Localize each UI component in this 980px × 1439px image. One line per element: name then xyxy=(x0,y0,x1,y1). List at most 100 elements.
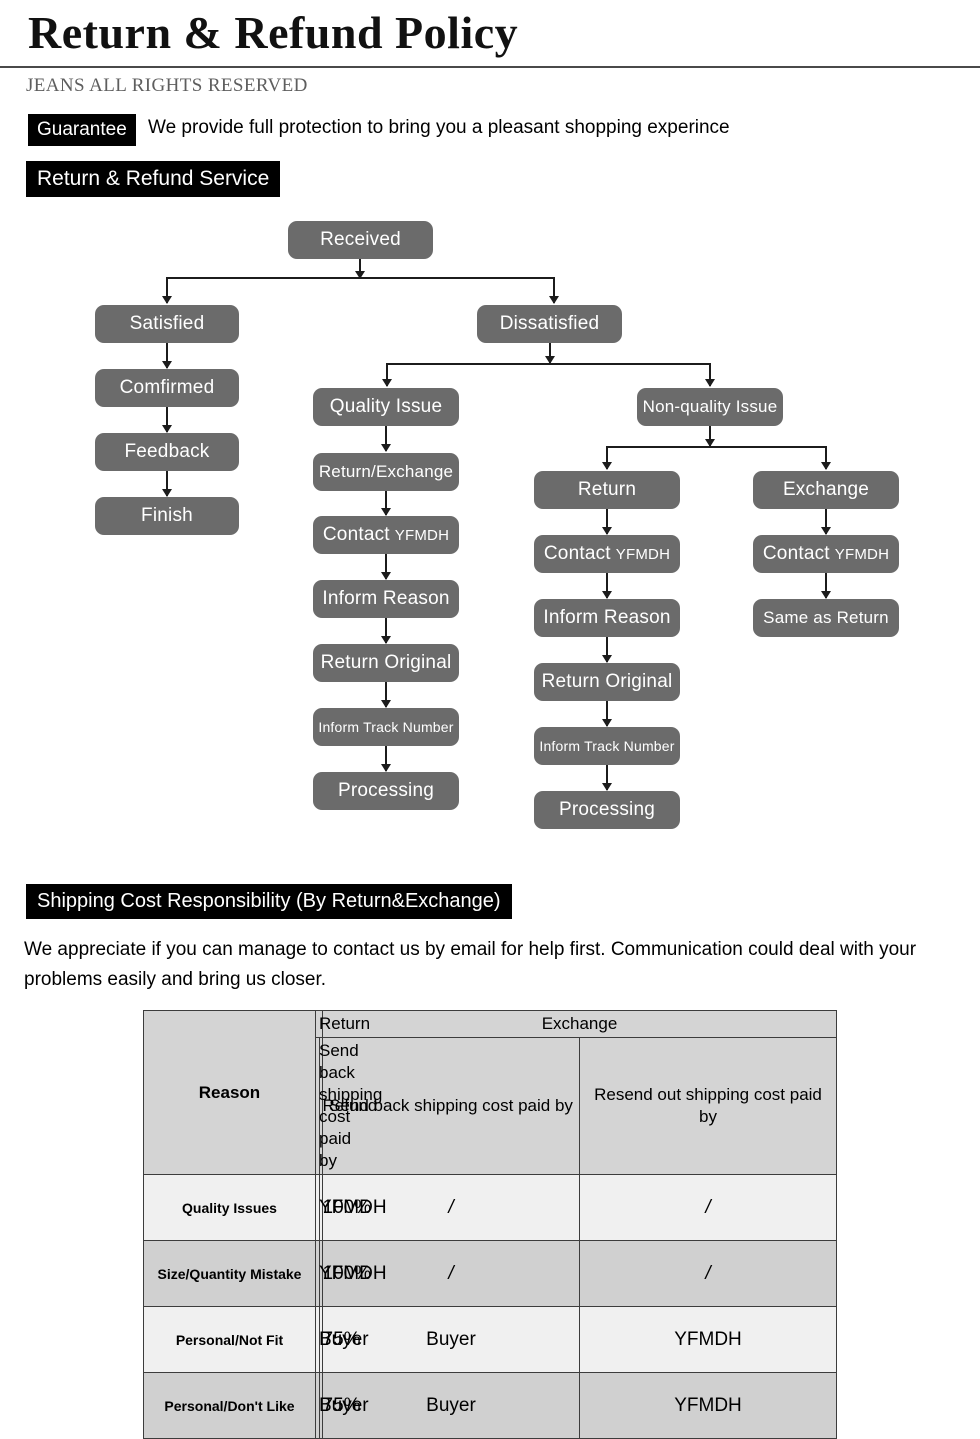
flow-node-quality-contact: Contact YFMDH xyxy=(313,516,459,554)
flow-node-return-contact: Contact YFMDH xyxy=(534,535,680,573)
flow-node-quality-inform-track: Inform Track Number xyxy=(313,708,459,746)
header-return-send-back: Send back shipping cost paid by xyxy=(315,1037,382,1175)
flow-node-comfirmed: Comfirmed xyxy=(95,369,239,407)
flow-node-exchange-contact: Contact YFMDH xyxy=(753,535,899,573)
shipping-cost-responsibility-badge: Shipping Cost Responsibility (By Return&… xyxy=(26,884,512,919)
table-head: Reason Return Exchange Send back shippin… xyxy=(143,1010,837,1175)
flow-node-finish-label: Finish xyxy=(141,505,193,526)
flow-node-quality-return-original-label: Return Original xyxy=(320,652,452,673)
flow-node-quality-inform-reason: Inform Reason xyxy=(313,580,459,618)
arrowhead-exchange xyxy=(821,462,831,470)
cell-reason: Personal/Not Fit xyxy=(143,1306,316,1373)
header-exchange-send-back: Send back shipping cost paid by xyxy=(322,1037,580,1175)
connector-nonquality-split-bar xyxy=(606,446,826,448)
arrowhead-exchange-2 xyxy=(821,591,831,599)
table-header-group-row: Reason Return Exchange xyxy=(143,1010,837,1175)
table-row: Quality Issues YFMDH 100% / / xyxy=(143,1174,837,1241)
flow-node-quality-processing: Processing xyxy=(313,772,459,810)
arrowhead-exchange-1 xyxy=(821,527,831,535)
flow-node-quality-issue-label: Quality Issue xyxy=(329,396,443,417)
flow-node-quality-processing-label: Processing xyxy=(338,780,434,801)
return-refund-flowchart: Received Satisfied Comfirmed Feedback Fi… xyxy=(0,205,980,845)
flow-node-quality-return-original: Return Original xyxy=(313,644,459,682)
table-body: Quality Issues YFMDH 100% / / Size/Quant… xyxy=(143,1174,837,1439)
flow-node-quality-contact-brand: YFMDH xyxy=(394,526,450,544)
flow-node-exchange-label: Exchange xyxy=(782,479,870,500)
flow-node-return-contact-brand: YFMDH xyxy=(615,545,671,563)
connector-received-split-bar xyxy=(166,277,554,279)
flow-node-dissatisfied: Dissatisfied xyxy=(477,305,622,343)
flow-node-feedback-label: Feedback xyxy=(124,441,210,462)
title-divider xyxy=(0,66,980,68)
table-row: Personal/Not Fit Buyer 75% Buyer YFMDH xyxy=(143,1306,837,1373)
flow-node-return-return-original: Return Original xyxy=(534,663,680,701)
arrowhead-quality-5 xyxy=(381,700,391,708)
arrowhead-satisfied-comfirmed xyxy=(162,361,172,369)
header-group-exchange: Exchange xyxy=(322,1010,837,1038)
arrowhead-feedback-finish xyxy=(162,489,172,497)
arrowhead-quality-6 xyxy=(381,764,391,772)
return-refund-service-badge: Return & Refund Service xyxy=(26,161,281,197)
cell-exchange-resend: YFMDH xyxy=(579,1306,837,1373)
guarantee-badge: Guarantee xyxy=(28,114,136,146)
flow-node-quality-return-exchange-label: Return/Exchange xyxy=(318,462,454,481)
arrowhead-return-2 xyxy=(602,591,612,599)
flow-node-exchange-same-as-return-label: Same as Return xyxy=(763,608,889,627)
rights-reserved-line: JEANS ALL RIGHTS RESERVED xyxy=(26,75,308,96)
flow-node-return-label: Return xyxy=(577,479,637,500)
flow-node-exchange-contact-brand: YFMDH xyxy=(834,545,890,563)
arrowhead-return-3 xyxy=(602,655,612,663)
flow-node-return-contact-label: Contact xyxy=(543,543,611,564)
arrowhead-quality-4 xyxy=(381,636,391,644)
flow-node-received: Received xyxy=(288,221,433,259)
arrowhead-quality-issue xyxy=(382,379,392,387)
cell-reason: Size/Quantity Mistake xyxy=(143,1240,316,1307)
flow-node-satisfied: Satisfied xyxy=(95,305,239,343)
arrowhead-quality-1 xyxy=(381,444,391,452)
cell-exchange-resend: / xyxy=(579,1174,837,1241)
cell-exchange-resend: / xyxy=(579,1240,837,1307)
flow-node-return-inform-track-label: Inform Track Number xyxy=(539,738,675,754)
flow-node-nonquality-issue: Non-quality Issue xyxy=(637,388,783,426)
arrowhead-return-4 xyxy=(602,719,612,727)
flow-node-exchange-same-as-return: Same as Return xyxy=(753,599,899,637)
header-reason: Reason xyxy=(143,1010,316,1175)
flow-node-finish: Finish xyxy=(95,497,239,535)
page-title: Return & Refund Policy xyxy=(28,7,519,58)
table-row: Size/Quantity Mistake YFMDH 100% / / xyxy=(143,1240,837,1307)
guarantee-description: We provide full protection to bring you … xyxy=(148,117,730,138)
arrowhead-dissatisfied xyxy=(549,296,559,304)
header-group-return: Return xyxy=(315,1010,370,1038)
flow-node-return-inform-reason: Inform Reason xyxy=(534,599,680,637)
flow-node-exchange: Exchange xyxy=(753,471,899,509)
arrowhead-return-1 xyxy=(602,527,612,535)
flow-node-exchange-contact-label: Contact xyxy=(762,543,830,564)
flow-node-comfirmed-label: Comfirmed xyxy=(119,377,215,398)
flow-node-satisfied-label: Satisfied xyxy=(129,313,205,334)
flow-node-quality-contact-label: Contact xyxy=(322,524,390,545)
arrowhead-return-5 xyxy=(602,783,612,791)
flow-node-return-processing: Processing xyxy=(534,791,680,829)
arrowhead-quality-2 xyxy=(381,508,391,516)
cell-reason: Quality Issues xyxy=(143,1174,316,1241)
flow-node-quality-inform-track-label: Inform Track Number xyxy=(318,719,454,735)
shipping-note-text: We appreciate if you can manage to conta… xyxy=(24,939,917,990)
flow-node-return-inform-track: Inform Track Number xyxy=(534,727,680,765)
arrowhead-quality-3 xyxy=(381,572,391,580)
header-exchange-resend: Resend out shipping cost paid by xyxy=(579,1037,837,1175)
flow-node-dissatisfied-label: Dissatisfied xyxy=(499,313,600,334)
flow-node-return-processing-label: Processing xyxy=(559,799,655,820)
arrowhead-nonquality-issue xyxy=(705,379,715,387)
flow-node-return-return-original-label: Return Original xyxy=(541,671,673,692)
flow-node-received-label: Received xyxy=(320,229,401,250)
flow-node-quality-issue: Quality Issue xyxy=(313,388,459,426)
arrowhead-satisfied xyxy=(162,296,172,304)
flow-node-nonquality-issue-label: Non-quality Issue xyxy=(642,397,778,416)
flow-node-quality-inform-reason-label: Inform Reason xyxy=(322,588,450,609)
flow-node-quality-return-exchange: Return/Exchange xyxy=(313,453,459,491)
arrowhead-return xyxy=(602,462,612,470)
connector-dissatisfied-split-bar xyxy=(386,363,710,365)
flow-node-return-inform-reason-label: Inform Reason xyxy=(543,607,671,628)
flow-node-return: Return xyxy=(534,471,680,509)
shipping-cost-table: Reason Return Exchange Send back shippin… xyxy=(143,1010,837,1439)
